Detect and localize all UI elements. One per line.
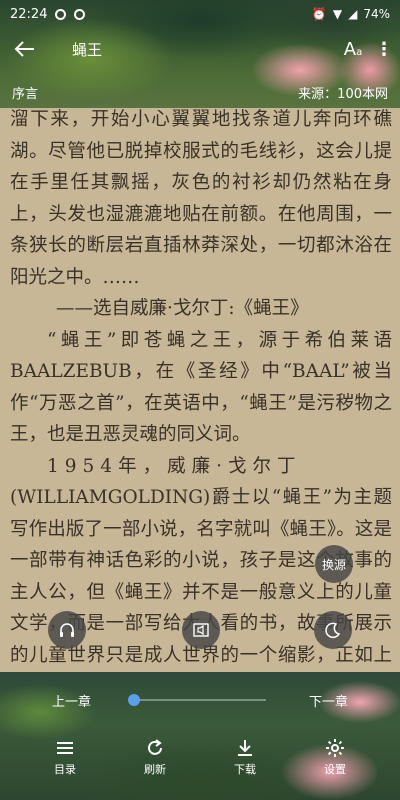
headphones-icon [60,623,74,637]
moon-icon [325,622,341,639]
settings-label: 设置 [324,763,346,776]
reader-bottom-bar: 上一章 下一章 目录 刷新 下载 设置 [0,672,400,800]
battery-indicator: 74% [363,7,390,21]
settings-button[interactable]: 设置 [310,738,360,777]
prev-chapter-button[interactable]: 上一章 [52,691,91,710]
source-label[interactable]: 来源：100本网 [298,83,388,102]
paragraph: 1954年，威廉·戈尔丁 [47,455,302,477]
reading-area[interactable]: 溜下来，开始小心翼翼地找条道儿奔向环礁湖。尽管他已脱掉校服式的毛线衫，这会儿提在… [0,108,400,672]
download-label: 下载 [234,763,256,776]
download-icon [238,740,252,756]
change-source-button[interactable]: 换源 [315,545,353,583]
progress-thumb[interactable] [128,694,140,706]
title-bar: 蝇王 Aa ⋮ [0,30,400,68]
status-time: 22:24 [10,6,48,22]
paragraph: “蝇王”即苍蝇之王，源于希伯莱语BAALZEBUB，在《圣经》中“BAAL”被当… [10,329,392,446]
book-title: 蝇王 [72,40,103,59]
font-size-icon-large: A [343,38,357,60]
back-button[interactable] [2,30,46,68]
font-size-button[interactable]: Aa [338,39,368,60]
change-source-label: 换源 [321,557,346,572]
night-mode-button[interactable] [314,611,352,649]
read-aloud-button[interactable] [182,611,220,649]
next-chapter-button[interactable]: 下一章 [309,691,348,710]
wifi-icon: ▼ [332,7,343,21]
speaker-icon [193,623,209,637]
notification-icon [55,8,67,20]
refresh-icon [148,739,162,755]
paragraph-citation: ——选自威廉·戈尔丁:《蝇王》 [56,298,309,319]
paragraph: 溜下来，开始小心翼翼地找条道儿奔向环礁湖。尽管他已脱掉校服式的毛线衫，这会儿提在… [10,109,392,288]
chapter-name: 序言 [12,86,39,102]
notification-icon-2 [74,8,86,20]
arrow-left-icon [14,41,34,57]
more-options-icon[interactable]: ⋮ [368,39,400,60]
font-size-icon-small: a [356,46,363,58]
audio-button[interactable] [48,611,86,649]
refresh-label: 刷新 [144,763,166,776]
alarm-icon: ⏰ [311,7,327,21]
refresh-button[interactable]: 刷新 [130,738,180,777]
catalog-label: 目录 [54,763,76,776]
page-text: 溜下来，开始小心翼翼地找条道儿奔向环礁湖。尽管他已脱掉校服式的毛线衫，这会儿提在… [10,108,392,672]
catalog-button[interactable]: 目录 [40,738,90,777]
tool-row: 目录 刷新 下载 设置 [0,738,400,782]
chapter-navigation: 上一章 下一章 [0,686,400,714]
download-button[interactable]: 下载 [220,738,270,777]
status-bar: 22:24 ⏰ ▼ ◢ 74% [0,0,400,28]
gear-icon [326,739,344,757]
chapter-info-row: 序言 来源：100本网 [0,80,400,104]
signal-icon: ◢ [348,7,358,21]
chapter-progress-slider[interactable] [128,694,266,706]
list-icon [57,742,73,754]
